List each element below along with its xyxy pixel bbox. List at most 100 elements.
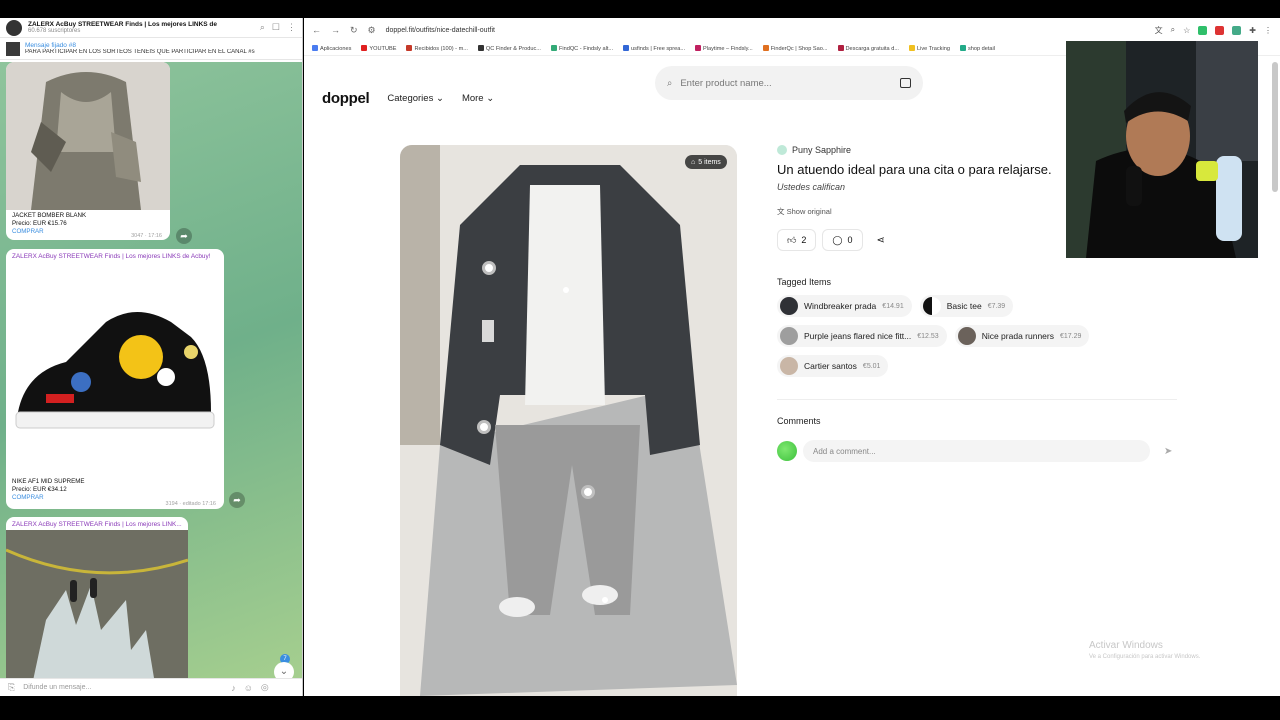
bookmark[interactable]: QC Finder & Produc... [477, 45, 541, 52]
item-title: JACKET BOMBER BLANK [12, 212, 87, 219]
nav-categories[interactable]: Categories ⌄ [387, 93, 444, 104]
comment-button[interactable]: ◯ 0 [822, 229, 863, 251]
thumbs-up-icon: 👍︎ [787, 234, 797, 245]
composer-input[interactable]: Difunde un mensaje... [23, 684, 223, 691]
items-count-pill[interactable]: ⌂ 5 items [685, 155, 727, 169]
message-header: ZALERX AcBuy STREETWEAR Finds | Los mejo… [12, 253, 211, 260]
channel-avatar[interactable] [6, 19, 22, 36]
hotspot-dot[interactable] [563, 287, 569, 293]
browser-toolbar: ← → ↻ ⚙ doppel.fit/outfits/nice-datechil… [304, 18, 1280, 42]
like-button[interactable]: 👍︎ 2 [777, 229, 817, 251]
gloves-photo[interactable] [6, 530, 188, 690]
message-bubble[interactable]: ZALERX AcBuy STREETWEAR Finds | Los mejo… [6, 249, 224, 509]
avatar [777, 441, 797, 461]
attach-icon[interactable]: ⎘ [8, 682, 15, 693]
avatar [777, 145, 787, 155]
comment-input[interactable]: Add a comment... [803, 440, 1150, 462]
tagged-item[interactable]: Basic tee €7.39 [919, 295, 1014, 317]
chat-icon[interactable]: ☐ [272, 22, 280, 33]
pinned-thumbnail [6, 41, 20, 56]
forward-icon[interactable]: ➦ [229, 492, 245, 508]
chat-area[interactable]: JACKET BOMBER BLANK Precio: EUR €15.76 C… [0, 62, 302, 692]
tagged-item[interactable]: Purple jeans flared nice fitt... €12.53 [777, 325, 947, 347]
tagged-item[interactable]: Windbreaker prada €14.91 [777, 295, 912, 317]
hotspot-dot[interactable] [602, 597, 608, 603]
pinned-text: PARA PARTICIPAR EN LOS SORTEOS TENÉIS QU… [25, 49, 255, 55]
message-bubble[interactable]: JACKET BOMBER BLANK Precio: EUR €15.76 C… [6, 62, 170, 240]
bookmark[interactable]: Live Tracking [908, 45, 950, 52]
item-price: Precio: EUR €15.76 [12, 220, 67, 227]
puzzle-icon[interactable]: ✚ [1249, 26, 1256, 35]
search-icon: ⌕ [667, 77, 673, 89]
jacket-photo[interactable] [6, 62, 170, 210]
bookmark[interactable]: usfinds | Free sprea... [623, 45, 685, 52]
send-icon[interactable]: ➤ [1164, 446, 1172, 457]
message-meta: 3194 · editado 17:16 [165, 501, 216, 507]
streamer-video [1066, 41, 1258, 258]
tagged-item[interactable]: Nice prada runners €17.29 [954, 325, 1090, 347]
windows-watermark: Activar Windows Ve a Configuración para … [1089, 640, 1201, 660]
reload-icon[interactable]: ↻ [350, 25, 358, 36]
hotspot-dot[interactable] [581, 485, 595, 499]
forward-icon[interactable]: ➦ [176, 228, 192, 244]
nav-more[interactable]: More ⌄ [462, 93, 494, 104]
search-icon[interactable]: ⌕ [260, 22, 265, 33]
scrollbar[interactable] [1272, 62, 1278, 192]
channel-title: ZALERX AcBuy STREETWEAR Finds | Los mejo… [28, 20, 218, 28]
chevron-down-icon: ⌄ [486, 92, 495, 104]
tagged-item[interactable]: Cartier santos €5.01 [777, 355, 889, 377]
share-icon[interactable]: ⋖ [869, 229, 893, 251]
pinned-message[interactable]: Mensaje fijado #8 PARA PARTICIPAR EN LOS… [0, 38, 302, 60]
bookmark[interactable]: FindQC - Findsly alt... [550, 45, 613, 52]
bookmark[interactable]: FinderQc | Shop Sao... [762, 45, 828, 52]
translate-icon: 文 [777, 207, 785, 216]
item-title: NIKE AF1 MID SUPREME [12, 478, 85, 485]
tag-icon: ⌂ [691, 158, 696, 166]
site-logo[interactable]: doppel [322, 90, 370, 107]
extension-icon[interactable] [1232, 25, 1242, 35]
camera-icon[interactable]: ◎ [261, 682, 269, 693]
message-bubble[interactable]: ZALERX AcBuy STREETWEAR Finds | Los mejo… [6, 517, 188, 692]
back-icon[interactable]: ← [312, 25, 321, 35]
zoom-icon[interactable]: ⌕ [1171, 25, 1175, 35]
tagged-items: Windbreaker prada €14.91 Basic tee €7.39 P… [777, 295, 1107, 377]
subscriber-count: 60.678 suscriptores [28, 27, 81, 34]
forward-nav-icon[interactable]: → [331, 25, 340, 35]
sneaker-photo[interactable] [6, 262, 224, 476]
bell-icon[interactable]: ♪ [231, 683, 236, 693]
star-icon[interactable]: ☆ [1183, 26, 1190, 35]
chevron-down-icon: ⌄ [435, 92, 444, 104]
bookmark[interactable]: YOUTUBE [361, 45, 396, 52]
telegram-panel: ZALERX AcBuy STREETWEAR Finds | Los mejo… [0, 18, 303, 696]
hotspot-dot[interactable] [482, 261, 496, 275]
tagged-heading: Tagged Items [777, 277, 832, 287]
webcam-overlay [1066, 41, 1258, 258]
bookmark[interactable]: Descarga gratuita d... [837, 45, 899, 52]
composer: ⎘ Difunde un mensaje... ♪ ☺ ◎ [0, 678, 302, 696]
pinned-label: Mensaje fijado #8 [25, 42, 76, 49]
item-price: Precio: EUR €34.12 [12, 486, 67, 493]
translate-icon[interactable]: 文 [1155, 25, 1163, 36]
bookmark[interactable]: Aplicaciones [312, 45, 351, 52]
bookmark[interactable]: Playtime – Findsly... [695, 45, 753, 52]
outfit-photo[interactable]: ⌂ 5 items [400, 145, 737, 696]
extension-icon[interactable] [1198, 25, 1208, 35]
address-bar[interactable]: doppel.fit/outfits/nice-datechill-outfit [386, 27, 495, 34]
menu-icon[interactable]: ⋮ [1264, 26, 1272, 35]
message-header: ZALERX AcBuy STREETWEAR Finds | Los mejo… [12, 521, 182, 528]
bookmark[interactable]: Recibidos (100) - m... [406, 45, 468, 52]
hotspot-dot[interactable] [477, 420, 491, 434]
channel-header[interactable]: ZALERX AcBuy STREETWEAR Finds | Los mejo… [0, 18, 302, 38]
bookmark[interactable]: shop detail [959, 45, 995, 52]
site-info-icon[interactable]: ⚙ [368, 25, 376, 36]
comment-icon: ◯ [832, 234, 843, 245]
search-input[interactable]: Enter product name... [680, 78, 771, 89]
more-icon[interactable]: ⋮ [287, 22, 296, 33]
comments-heading: Comments [777, 416, 821, 426]
message-meta: 3047 · 17:16 [131, 233, 162, 239]
image-search-icon[interactable] [900, 78, 911, 88]
extension-icon[interactable] [1215, 25, 1225, 35]
outfit-illustration [400, 145, 737, 696]
product-search[interactable]: ⌕ Enter product name... [655, 66, 923, 100]
emoji-icon[interactable]: ☺ [244, 683, 253, 693]
